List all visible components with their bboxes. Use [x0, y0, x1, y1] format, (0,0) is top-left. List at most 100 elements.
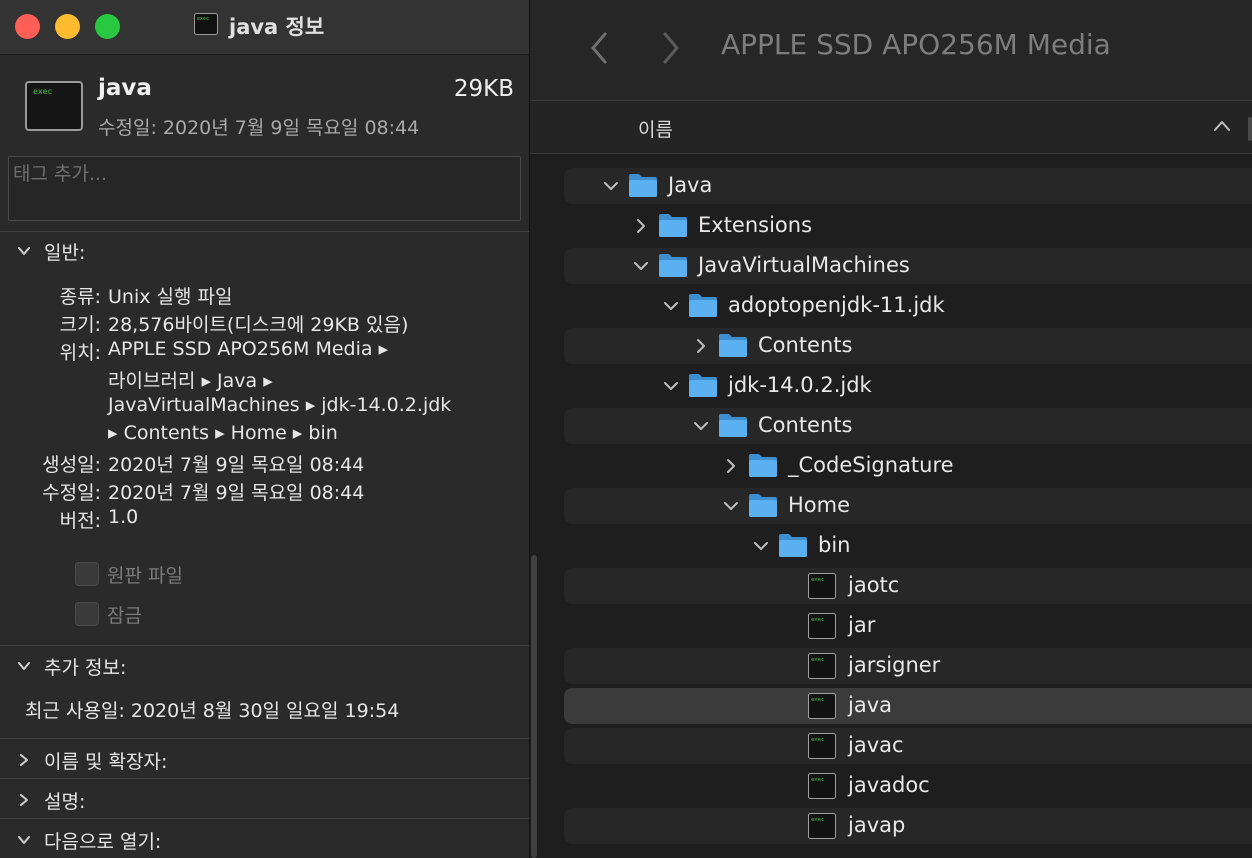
chevron-down-icon[interactable] — [634, 257, 648, 275]
forward-chevron-icon[interactable] — [655, 28, 685, 68]
section-title: 이름 및 확장자: — [44, 751, 168, 773]
last-opened: 최근 사용일: 2020년 8월 30일 일요일 19:54 — [25, 700, 400, 722]
minimize-button[interactable] — [55, 14, 80, 39]
name-column-header[interactable]: 이름 — [638, 115, 673, 142]
stationery-checkbox[interactable] — [75, 562, 99, 586]
svg-text:exec: exec — [811, 657, 824, 663]
file-modified: 수정일: 2020년 7월 9일 목요일 08:44 — [98, 117, 420, 139]
chevron-down-icon[interactable] — [604, 177, 618, 195]
modified-value: 2020년 7월 9일 목요일 08:44 — [108, 482, 365, 504]
section-title: 일반: — [44, 242, 86, 264]
row-label: jarsigner — [848, 653, 941, 677]
svg-text:exec: exec — [811, 617, 824, 623]
row-label: _CodeSignature — [788, 453, 954, 477]
version-value: 1.0 — [108, 506, 139, 528]
exec-file-icon: exec — [25, 81, 83, 131]
chevron-down-icon[interactable] — [17, 833, 31, 847]
folder-row[interactable]: Home — [564, 488, 1252, 524]
file-row[interactable]: exec javap — [564, 808, 1252, 844]
file-row[interactable]: exec jarsigner — [564, 648, 1252, 684]
chevron-right-icon[interactable] — [694, 337, 708, 355]
divider — [0, 231, 529, 232]
divider — [0, 645, 529, 646]
where-line: 라이브러리 ▸ Java ▸ — [108, 370, 273, 392]
folder-row[interactable]: bin — [564, 528, 1252, 564]
divider — [0, 818, 529, 819]
divider — [0, 778, 529, 779]
exec-file-icon: exec — [808, 613, 836, 639]
file-row[interactable]: exec jaotc — [564, 568, 1252, 604]
chevron-right-icon[interactable] — [17, 793, 31, 807]
close-button[interactable] — [15, 14, 40, 39]
folder-row[interactable]: Contents — [564, 408, 1252, 444]
created-label: 생성일: — [42, 454, 101, 476]
info-window: exec java 정보 exec java 29KB 수정일: 2020년 7… — [0, 0, 530, 858]
svg-text:exec: exec — [33, 87, 52, 96]
file-list: Java Extensions JavaVirtualMachines adoptop… — [530, 154, 1252, 858]
row-label: jar — [848, 613, 876, 637]
row-label: Extensions — [698, 213, 813, 237]
zoom-button[interactable] — [95, 14, 120, 39]
exec-file-icon: exec — [808, 733, 836, 759]
svg-text:exec: exec — [811, 737, 824, 743]
folder-icon — [779, 534, 807, 557]
chevron-down-icon[interactable] — [754, 537, 768, 555]
where-line: JavaVirtualMachines ▸ jdk-14.0.2.jdk — [108, 394, 452, 416]
file-row[interactable]: exec javac — [564, 728, 1252, 764]
row-label: javap — [848, 813, 906, 837]
chevron-right-icon[interactable] — [634, 217, 648, 235]
row-label: bin — [818, 533, 851, 557]
column-divider — [1248, 117, 1252, 141]
row-label: Java — [668, 173, 713, 197]
tags-input[interactable] — [11, 159, 515, 189]
row-label: javac — [848, 733, 904, 757]
folder-icon — [749, 454, 777, 477]
file-row[interactable]: exec javadoc — [564, 768, 1252, 804]
chevron-down-icon[interactable] — [694, 417, 708, 435]
row-label: JavaVirtualMachines — [698, 253, 910, 277]
svg-text:exec: exec — [811, 777, 824, 783]
row-label: java — [848, 693, 892, 717]
folder-row[interactable]: adoptopenjdk-11.jdk — [564, 288, 1252, 324]
sort-ascending-icon[interactable] — [1213, 119, 1231, 133]
chevron-down-icon[interactable] — [664, 297, 678, 315]
file-row[interactable]: exec jar — [564, 608, 1252, 644]
tags-field[interactable] — [8, 156, 521, 221]
exec-file-icon: exec — [808, 813, 836, 839]
chevron-right-icon[interactable] — [724, 457, 738, 475]
row-label: javadoc — [848, 773, 930, 797]
row-label: Contents — [758, 413, 853, 437]
column-header[interactable]: 이름 — [530, 101, 1252, 154]
chevron-down-icon[interactable] — [724, 497, 738, 515]
folder-row[interactable]: Contents — [564, 328, 1252, 364]
row-label: adoptopenjdk-11.jdk — [728, 293, 945, 317]
folder-row[interactable]: JavaVirtualMachines — [564, 248, 1252, 284]
svg-text:exec: exec — [197, 16, 209, 22]
divider — [0, 738, 529, 739]
size-label: 크기: — [59, 314, 101, 336]
size-value: 28,576바이트(디스크에 29KB 있음) — [108, 314, 409, 336]
folder-icon — [719, 334, 747, 357]
svg-text:exec: exec — [811, 697, 824, 703]
folder-icon — [689, 374, 717, 397]
chevron-down-icon[interactable] — [17, 659, 31, 673]
folder-row[interactable]: _CodeSignature — [564, 448, 1252, 484]
back-chevron-icon[interactable] — [585, 28, 615, 68]
folder-row[interactable]: Java — [564, 168, 1252, 204]
where-line: ▸ Contents ▸ Home ▸ bin — [108, 422, 338, 444]
kind-label: 종류: — [59, 286, 101, 308]
created-value: 2020년 7월 9일 목요일 08:44 — [108, 454, 365, 476]
chevron-down-icon[interactable] — [17, 244, 31, 258]
where-line: APPLE SSD APO256M Media ▸ — [108, 338, 389, 360]
exec-file-icon: exec — [808, 653, 836, 679]
folder-row[interactable]: Extensions — [564, 208, 1252, 244]
locked-checkbox[interactable] — [75, 602, 99, 626]
section-title: 설명: — [44, 791, 86, 813]
exec-file-icon: exec — [808, 773, 836, 799]
info-titlebar: exec java 정보 — [0, 0, 529, 55]
chevron-down-icon[interactable] — [664, 377, 678, 395]
scrollbar[interactable] — [531, 555, 537, 858]
file-row[interactable]: exec java — [564, 688, 1252, 724]
chevron-right-icon[interactable] — [17, 753, 31, 767]
folder-row[interactable]: jdk-14.0.2.jdk — [564, 368, 1252, 404]
